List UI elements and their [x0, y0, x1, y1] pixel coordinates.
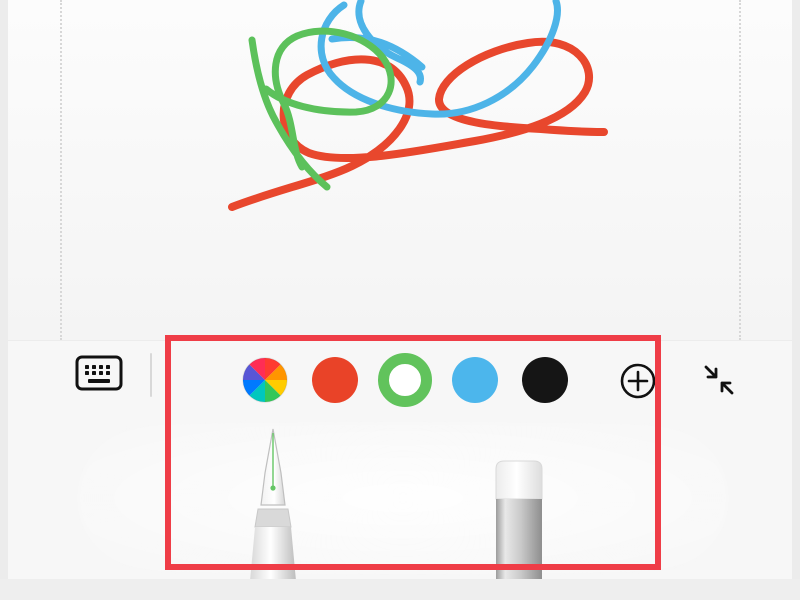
minimize-palette-button[interactable]	[698, 359, 740, 401]
bottom-shelf	[0, 579, 800, 600]
add-color-button[interactable]	[618, 361, 658, 401]
black-color-swatch[interactable]	[522, 357, 568, 403]
pen-icon	[250, 428, 296, 581]
eraser-tool[interactable]	[484, 459, 554, 580]
green-color-swatch-selected[interactable]	[378, 353, 432, 407]
scribble-drawing	[228, 0, 608, 211]
left-margin	[0, 0, 8, 579]
drawing-tool-palette	[8, 340, 792, 581]
rainbow-color-swatch[interactable]	[242, 357, 288, 403]
collapse-arrows-icon	[704, 365, 734, 395]
plus-circle-icon	[620, 363, 656, 399]
blue-color-swatch[interactable]	[452, 357, 498, 403]
color-wheel-icon	[242, 357, 288, 403]
keyboard-button[interactable]	[74, 353, 124, 393]
vertical-divider	[150, 353, 152, 397]
red-color-swatch[interactable]	[312, 357, 358, 403]
drawing-app-screen	[0, 0, 800, 600]
drawing-canvas[interactable]	[8, 0, 792, 340]
pen-tool[interactable]	[240, 427, 306, 581]
palette-glow	[78, 423, 728, 573]
keyboard-icon	[75, 355, 123, 391]
eraser-icon	[495, 460, 543, 580]
right-margin	[792, 0, 800, 579]
